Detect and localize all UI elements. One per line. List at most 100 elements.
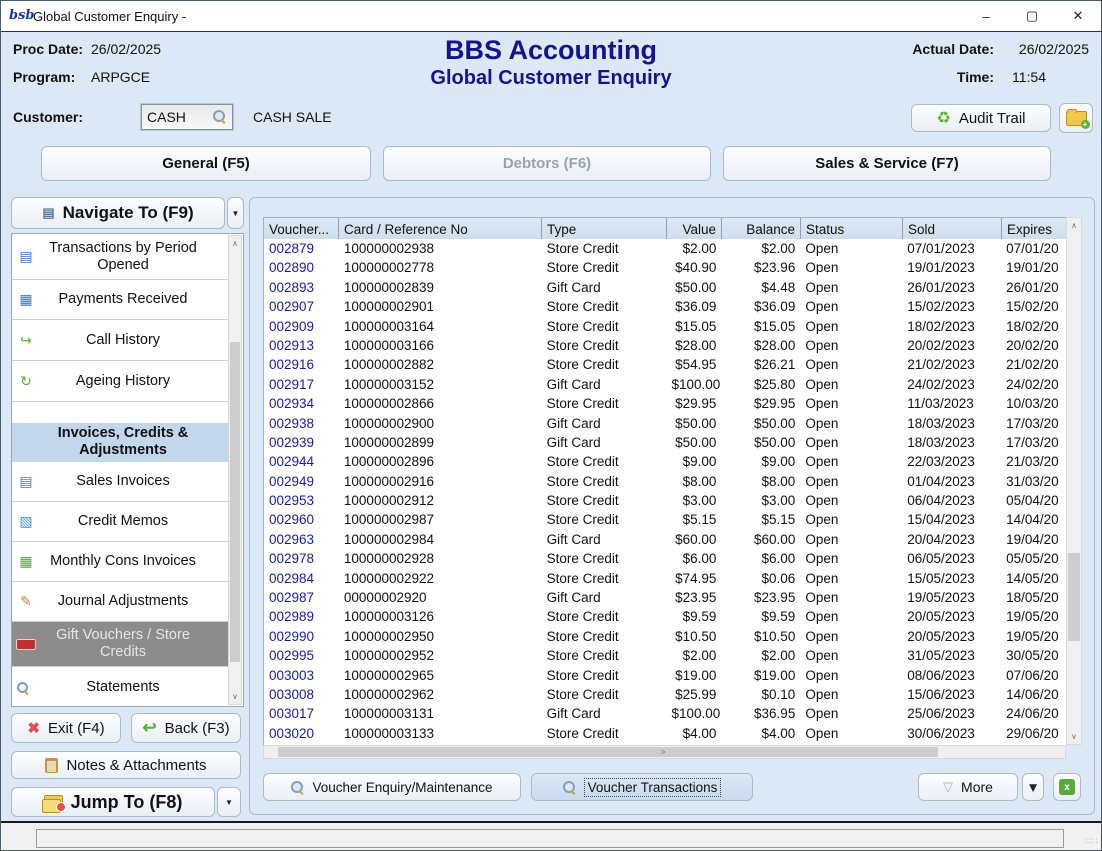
close-button[interactable]: ✕ (1055, 2, 1101, 31)
table-row[interactable]: 002963100000002984Gift Card$60.00$60.00O… (264, 530, 1066, 549)
cell-voucher[interactable]: 002953 (264, 491, 339, 510)
notes-attachments-button[interactable]: Notes & Attachments (11, 751, 241, 779)
table-row[interactable]: 002978100000002928Store Credit$6.00$6.00… (264, 549, 1066, 568)
table-row[interactable]: 002893100000002839Gift Card$50.00$4.48Op… (264, 278, 1066, 297)
resize-grip[interactable]: ∷∷ (1085, 838, 1097, 850)
cell-voucher[interactable]: 002913 (264, 336, 339, 355)
tab-sales-service[interactable]: Sales & Service (F7) (723, 146, 1051, 181)
table-row[interactable]: 003020100000003133Store Credit$4.00$4.00… (264, 724, 1066, 743)
cell-voucher[interactable]: 002987 (264, 588, 339, 607)
cell-voucher[interactable]: 002907 (264, 297, 339, 316)
voucher-transactions-button[interactable]: Voucher Transactions (531, 773, 753, 801)
scroll-up-icon[interactable]: ∧ (229, 239, 241, 248)
table-row[interactable]: 002879100000002938Store Credit$2.00$2.00… (264, 239, 1066, 258)
sidebar-item-transactions-by-period-opened[interactable]: ▤Transactions by Period Opened (12, 234, 230, 280)
column-header-sold[interactable]: Sold (903, 218, 1002, 240)
table-row[interactable]: 002938100000002900Gift Card$50.00$50.00O… (264, 414, 1066, 433)
sidebar-item-monthly-cons-invoices[interactable]: ▦Monthly Cons Invoices (12, 542, 230, 582)
table-row[interactable]: 002913100000003166Store Credit$28.00$28.… (264, 336, 1066, 355)
table-row[interactable]: 002944100000002896Store Credit$9.00$9.00… (264, 452, 1066, 471)
table-row[interactable]: 002984100000002922Store Credit$74.95$0.0… (264, 569, 1066, 588)
scroll-up-icon[interactable]: ∧ (1067, 221, 1081, 230)
table-row[interactable]: 002990100000002950Store Credit$10.50$10.… (264, 627, 1066, 646)
column-header-value[interactable]: Value (667, 218, 722, 240)
more-dropdown-button[interactable]: ▼ (1022, 773, 1044, 801)
cell-voucher[interactable]: 002879 (264, 239, 339, 258)
audit-trail-button[interactable]: ♻ Audit Trail (911, 104, 1051, 132)
table-row[interactable]: 002907100000002901Store Credit$36.09$36.… (264, 297, 1066, 316)
column-header-card-reference-no[interactable]: Card / Reference No (339, 218, 542, 240)
maximize-button[interactable]: ▢ (1009, 2, 1055, 31)
cell-voucher[interactable]: 002984 (264, 569, 339, 588)
cell-voucher[interactable]: 002916 (264, 355, 339, 374)
cell-voucher[interactable]: 002909 (264, 317, 339, 336)
sidebar-item-call-history[interactable]: ↪Call History (12, 320, 230, 361)
cell-voucher[interactable]: 002890 (264, 258, 339, 277)
column-header-voucher[interactable]: Voucher... (264, 218, 339, 240)
cell-voucher[interactable]: 002917 (264, 375, 339, 394)
sidebar-scrollbar[interactable]: ∧ ∨ (228, 235, 242, 705)
table-row[interactable]: 002934100000002866Store Credit$29.95$29.… (264, 394, 1066, 413)
jump-to-button[interactable]: Jump To (F8) (11, 787, 215, 817)
scroll-right-icon[interactable]: > (264, 747, 1062, 757)
table-row[interactable]: 002939100000002899Gift Card$50.00$50.00O… (264, 433, 1066, 452)
scroll-down-icon[interactable]: ∨ (1067, 732, 1081, 741)
table-row[interactable]: 002989100000003126Store Credit$9.59$9.59… (264, 607, 1066, 626)
jump-to-dropdown-button[interactable]: ▼ (217, 787, 241, 817)
sidebar-scroll-thumb[interactable] (230, 342, 240, 662)
sidebar-item-statements[interactable]: Statements (12, 667, 230, 708)
column-header-expires[interactable]: Expires (1002, 218, 1067, 240)
tab-general[interactable]: General (F5) (41, 146, 371, 181)
table-row[interactable]: 002995100000002952Store Credit$2.00$2.00… (264, 646, 1066, 665)
table-row[interactable]: 002960100000002987Store Credit$5.15$5.15… (264, 510, 1066, 529)
table-row[interactable]: 002890100000002778Store Credit$40.90$23.… (264, 258, 1066, 277)
cell-voucher[interactable]: 002893 (264, 278, 339, 297)
cell-voucher[interactable]: 003003 (264, 666, 339, 685)
table-row[interactable]: 003017100000003131Gift Card$100.00$36.95… (264, 704, 1066, 723)
minimize-button[interactable]: – (963, 2, 1009, 31)
cell-voucher[interactable]: 002963 (264, 530, 339, 549)
table-row[interactable]: 002909100000003164Store Credit$15.05$15.… (264, 317, 1066, 336)
navigate-to-button[interactable]: ▤ Navigate To (F9) (11, 197, 225, 229)
back-button[interactable]: ↩ Back (F3) (131, 713, 241, 743)
cell-voucher[interactable]: 003020 (264, 724, 339, 743)
sidebar-item-gift-vouchers-store-credits[interactable]: Gift Vouchers / Store Credits (12, 622, 230, 667)
sidebar-item-payments-received[interactable]: ▦Payments Received (12, 280, 230, 320)
sidebar-item-ageing-history[interactable]: ↻Ageing History (12, 361, 230, 402)
table-row[interactable]: 002953100000002912Store Credit$3.00$3.00… (264, 491, 1066, 510)
table-horizontal-scrollbar[interactable]: < > (263, 745, 1066, 759)
table-vscroll-thumb[interactable] (1068, 553, 1080, 641)
table-vertical-scrollbar[interactable]: ∧ ∨ (1066, 217, 1082, 745)
cell-voucher[interactable]: 003008 (264, 685, 339, 704)
column-header-balance[interactable]: Balance (722, 218, 801, 240)
cell-voucher[interactable]: 002939 (264, 433, 339, 452)
cell-voucher[interactable]: 002949 (264, 472, 339, 491)
table-row[interactable]: 003003100000002965Store Credit$19.00$19.… (264, 666, 1066, 685)
cell-voucher[interactable]: 002989 (264, 607, 339, 626)
table-row[interactable]: 002949100000002916Store Credit$8.00$8.00… (264, 472, 1066, 491)
cell-voucher[interactable]: 002978 (264, 549, 339, 568)
scroll-down-icon[interactable]: ∨ (229, 692, 241, 701)
table-row[interactable]: 003008100000002962Store Credit$25.99$0.1… (264, 685, 1066, 704)
navigate-dropdown-button[interactable]: ▼ (227, 197, 244, 229)
cell-voucher[interactable]: 002934 (264, 394, 339, 413)
table-row[interactable]: 00298700000002920Gift Card$23.95$23.95Op… (264, 588, 1066, 607)
cell-voucher[interactable]: 002995 (264, 646, 339, 665)
open-folder-button[interactable] (1059, 103, 1093, 133)
table-row[interactable]: 002917100000003152Gift Card$100.00$25.80… (264, 375, 1066, 394)
export-excel-button[interactable]: x (1053, 773, 1081, 801)
cell-voucher[interactable]: 002944 (264, 452, 339, 471)
table-row[interactable]: 002916100000002882Store Credit$54.95$26.… (264, 355, 1066, 374)
cell-voucher[interactable]: 002960 (264, 510, 339, 529)
cell-voucher[interactable]: 002938 (264, 414, 339, 433)
voucher-enquiry-button[interactable]: Voucher Enquiry/Maintenance (263, 773, 521, 801)
exit-button[interactable]: ✖ Exit (F4) (11, 713, 121, 743)
sidebar-item-journal-adjustments[interactable]: ✎Journal Adjustments (12, 582, 230, 622)
cell-voucher[interactable]: 002990 (264, 627, 339, 646)
sidebar-item-sales-invoices[interactable]: ▤Sales Invoices (12, 462, 230, 502)
column-header-status[interactable]: Status (801, 218, 903, 240)
more-button[interactable]: ▽ More (918, 773, 1018, 801)
column-header-type[interactable]: Type (542, 218, 667, 240)
cell-voucher[interactable]: 003017 (264, 704, 339, 723)
sidebar-item-credit-memos[interactable]: ▧Credit Memos (12, 502, 230, 542)
